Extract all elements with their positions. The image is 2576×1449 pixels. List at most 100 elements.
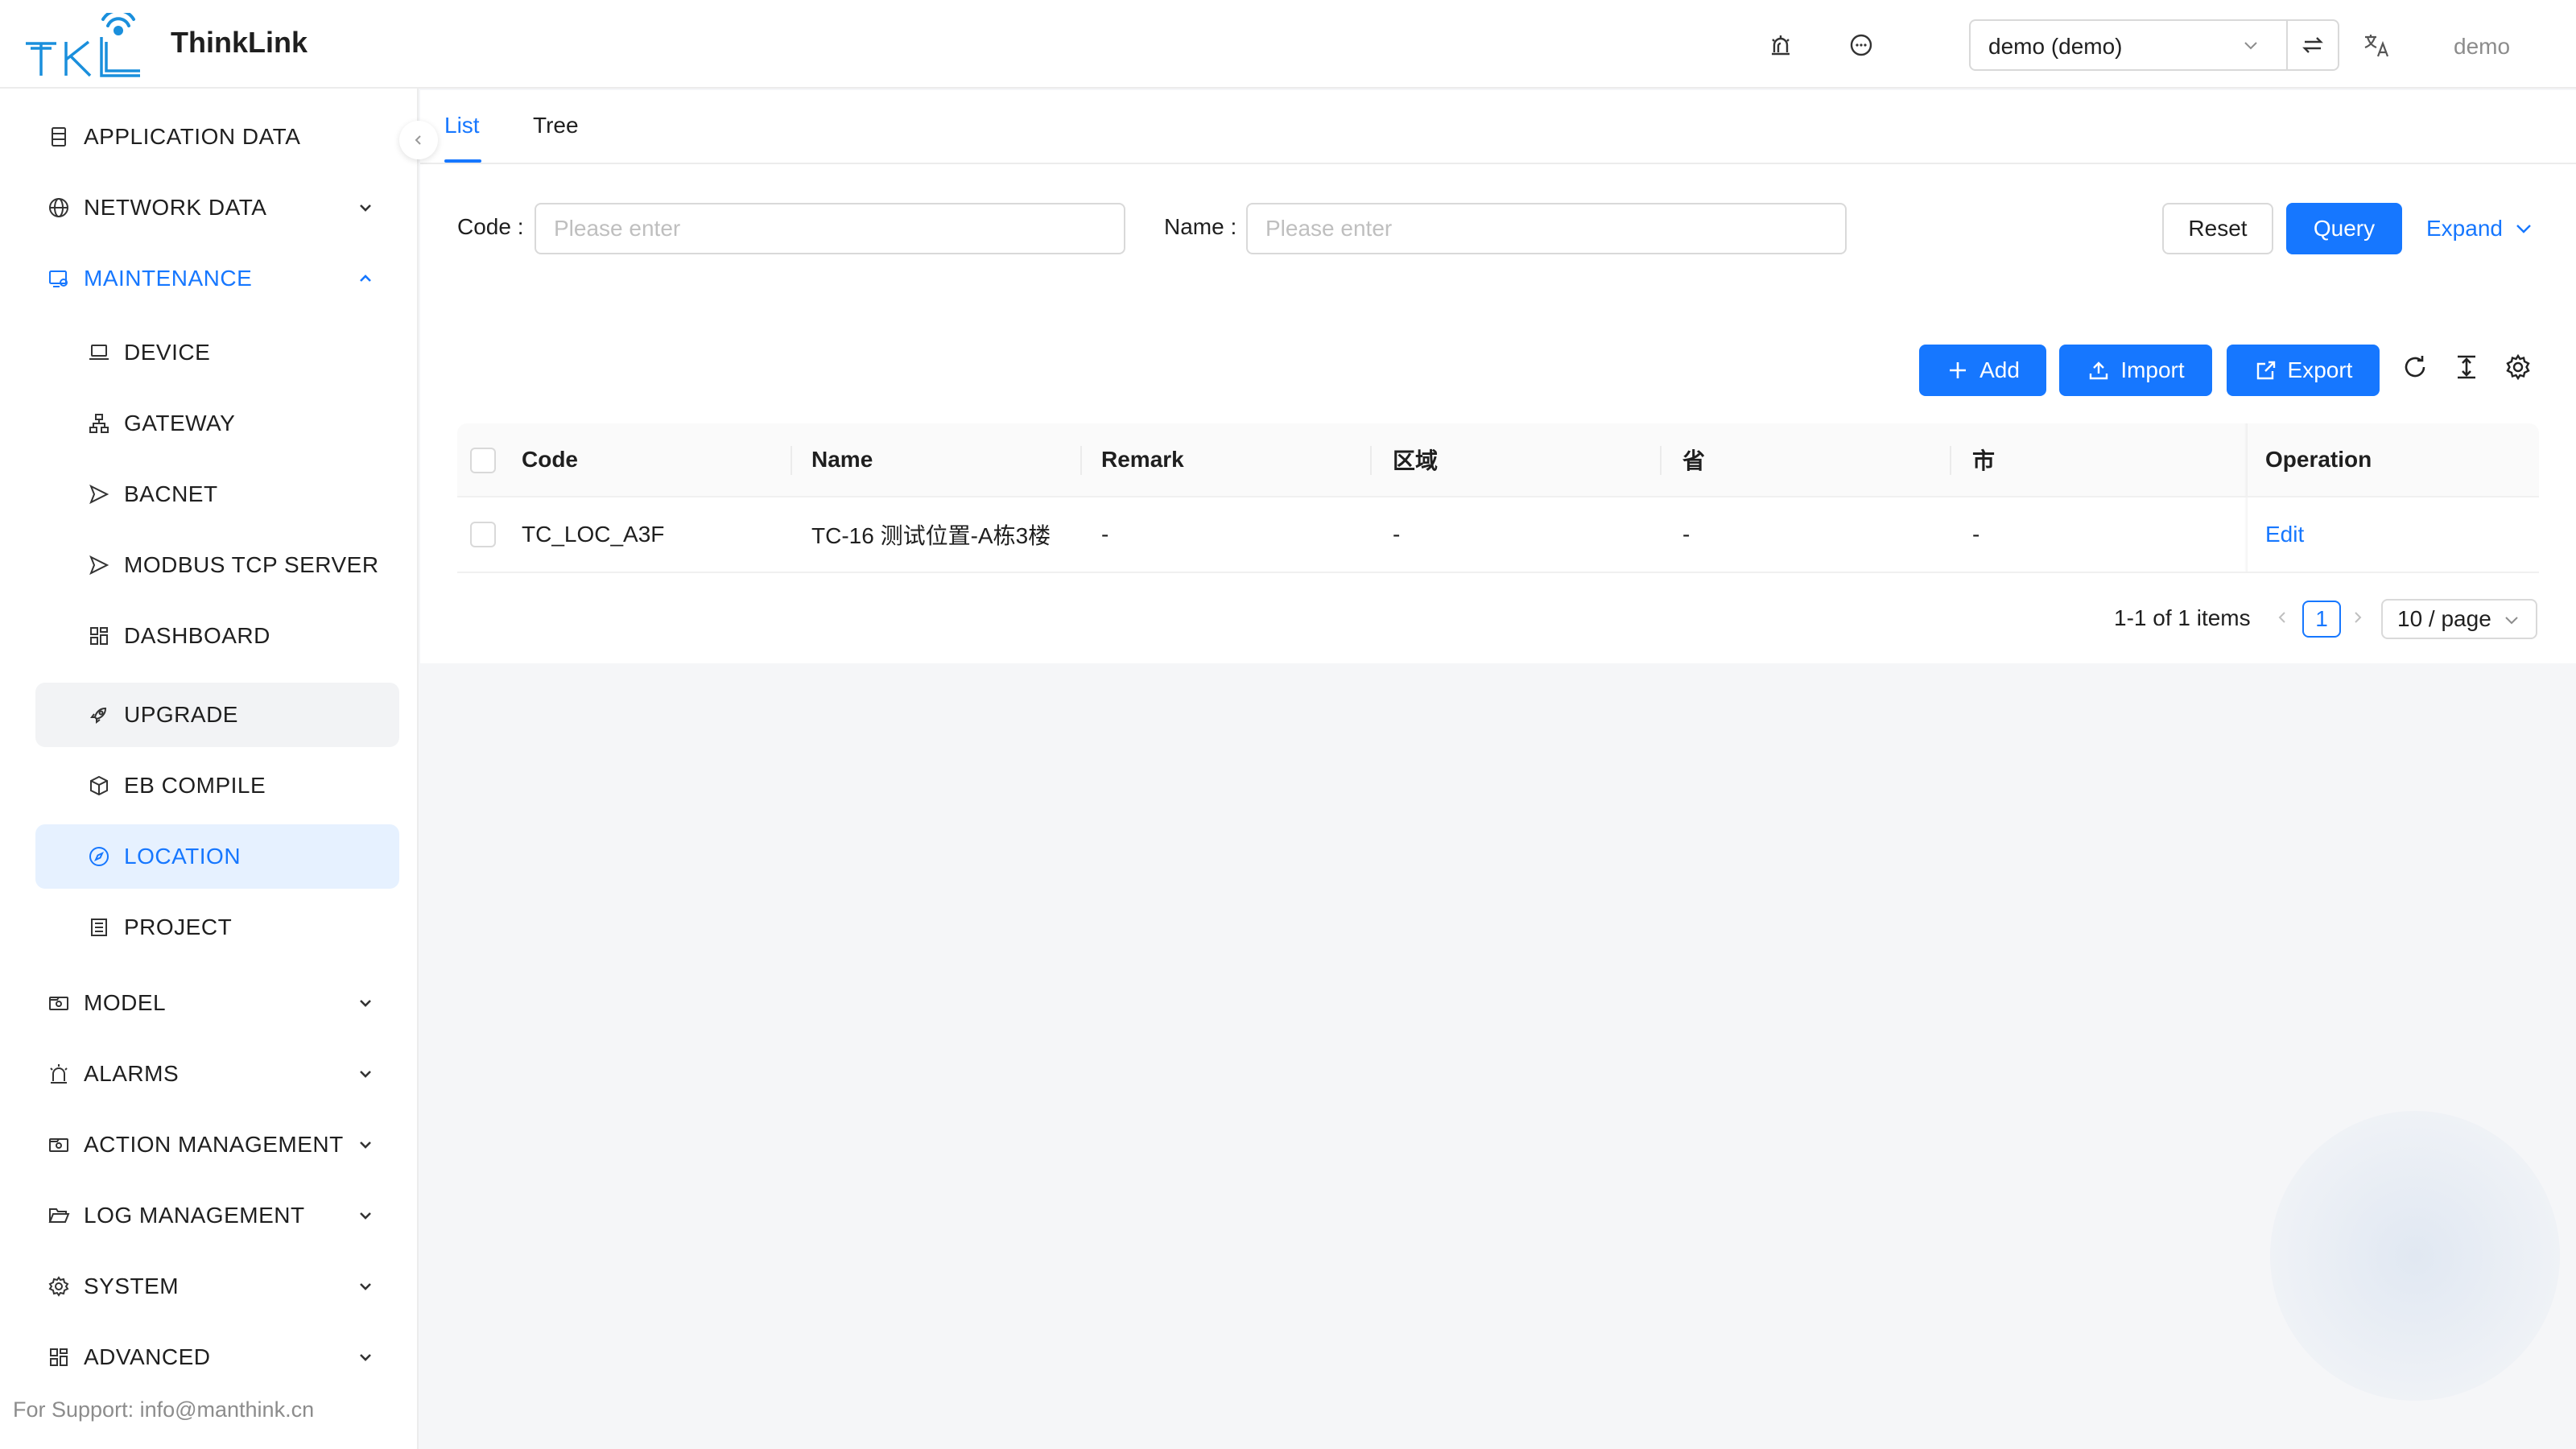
- expand-label: Expand: [2426, 216, 2503, 241]
- database-icon: [45, 123, 72, 151]
- sidebar-item-log-management[interactable]: LOG MANAGEMENT: [35, 1183, 399, 1248]
- sidebar-item-label: DEVICE: [124, 340, 211, 365]
- pagination-page-1[interactable]: 1: [2302, 601, 2341, 638]
- chevron-down-icon: [360, 1354, 371, 1361]
- main-content: List Tree Code : Name : Reset Query Expa…: [420, 90, 2576, 663]
- fixed-column-shadow: [2244, 497, 2248, 572]
- tenant-select[interactable]: demo (demo): [1969, 19, 2339, 71]
- name-filter-label: Name :: [1164, 214, 1237, 239]
- sidebar-item-dashboard[interactable]: DASHBOARD: [35, 604, 399, 668]
- sidebar-item-alarms[interactable]: ALARMS: [35, 1042, 399, 1106]
- sidebar-item-label: ALARMS: [84, 1061, 180, 1086]
- sidebar-item-label: EB COMPILE: [124, 773, 266, 798]
- tab-active-indicator: [444, 159, 481, 163]
- column-divider: [1370, 446, 1372, 475]
- support-contact: For Support: info@manthink.cn: [13, 1397, 315, 1422]
- sidebar-item-action-management[interactable]: ACTION MANAGEMENT: [35, 1113, 399, 1177]
- column-header-city[interactable]: 市: [1972, 423, 1995, 496]
- name-filter-input[interactable]: [1246, 203, 1847, 254]
- model-icon: [45, 989, 72, 1017]
- sidebar-item-label: MAINTENANCE: [84, 266, 253, 291]
- column-header-operation: Operation: [2265, 447, 2372, 472]
- appstore-icon: [45, 1344, 72, 1371]
- send-icon: [85, 481, 113, 508]
- column-header-area[interactable]: 区域: [1393, 423, 1438, 496]
- plus-icon: [1946, 358, 1970, 382]
- column-divider: [1660, 446, 1662, 475]
- edit-link[interactable]: Edit: [2265, 497, 2304, 572]
- list-icon: [85, 914, 113, 941]
- sidebar-item-gateway[interactable]: GATEWAY: [35, 391, 399, 456]
- chevron-down-icon: [360, 1141, 371, 1149]
- tkl-logo[interactable]: [24, 13, 147, 79]
- sidebar-item-bacnet[interactable]: BACNET: [35, 462, 399, 526]
- reset-button[interactable]: Reset: [2162, 203, 2273, 254]
- sidebar-item-label: SYSTEM: [84, 1274, 180, 1298]
- table-header: Code Name Remark 区域 省 市 Operation: [457, 423, 2539, 497]
- tab-list[interactable]: List: [444, 113, 480, 138]
- rocket-icon: [85, 701, 113, 729]
- sidebar-item-label: NETWORK DATA: [84, 195, 267, 220]
- column-header-remark[interactable]: Remark: [1101, 423, 1184, 496]
- sidebar-item-system[interactable]: SYSTEM: [35, 1254, 399, 1319]
- reload-icon[interactable]: [2399, 351, 2431, 383]
- sidebar-item-modbus-tcp-server[interactable]: MODBUS TCP SERVER: [35, 533, 399, 597]
- export-button-label: Export: [2287, 357, 2353, 382]
- import-button-label: Import: [2120, 357, 2185, 382]
- sidebar-item-device[interactable]: DEVICE: [35, 320, 399, 385]
- expand-filters-button[interactable]: Expand: [2426, 216, 2535, 242]
- sidebar-item-advanced[interactable]: ADVANCED: [35, 1325, 399, 1389]
- sidebar-item-application-data[interactable]: APPLICATION DATA: [35, 105, 399, 169]
- chevron-up-icon: [360, 275, 371, 282]
- column-header-name[interactable]: Name: [811, 423, 873, 496]
- dashboard-icon: [85, 622, 113, 650]
- code-filter-input[interactable]: [535, 203, 1125, 254]
- brand-name: ThinkLink: [171, 26, 308, 59]
- pagination-next-button[interactable]: [2346, 605, 2370, 630]
- translate-icon[interactable]: [2360, 29, 2392, 61]
- column-header-code[interactable]: Code: [522, 423, 578, 496]
- add-button[interactable]: Add: [1919, 345, 2046, 396]
- user-name[interactable]: demo: [2454, 34, 2510, 60]
- alarm-icon[interactable]: [1765, 29, 1797, 61]
- column-height-icon[interactable]: [2450, 351, 2483, 383]
- cell-code: TC_LOC_A3F: [522, 522, 665, 547]
- cell-province: -: [1682, 522, 1690, 547]
- tab-tree[interactable]: Tree: [533, 113, 579, 138]
- sidebar-item-project[interactable]: PROJECT: [35, 895, 399, 960]
- sidebar-item-label: MODBUS TCP SERVER: [124, 552, 379, 577]
- sidebar-item-maintenance[interactable]: MAINTENANCE: [35, 246, 399, 311]
- chevron-down-icon: [360, 204, 371, 212]
- switch-tenant-button[interactable]: [2286, 21, 2338, 69]
- chevron-down-icon: [2505, 617, 2518, 625]
- page-size-value: 10 / page: [2397, 606, 2491, 631]
- background-decoration: [2270, 1111, 2560, 1401]
- message-icon[interactable]: [1845, 29, 1877, 61]
- sidebar-item-model[interactable]: MODEL: [35, 971, 399, 1035]
- sidebar-item-location[interactable]: LOCATION: [35, 824, 399, 889]
- sidebar-item-eb-compile[interactable]: EB COMPILE: [35, 753, 399, 818]
- sidebar-item-label: LOG MANAGEMENT: [84, 1203, 305, 1228]
- chevron-left-icon: [2278, 612, 2285, 623]
- chevron-down-icon: [2244, 42, 2257, 50]
- sidebar-collapse-button[interactable]: [399, 121, 438, 159]
- import-button[interactable]: Import: [2059, 345, 2212, 396]
- setting-icon[interactable]: [2502, 351, 2534, 383]
- table-row[interactable]: TC_LOC_A3F TC-16 测试位置-A栋3楼 - - - - Edit: [457, 497, 2539, 573]
- sidebar: APPLICATION DATA NETWORK DATA MAINTENANC…: [0, 89, 419, 1449]
- query-button[interactable]: Query: [2286, 203, 2402, 254]
- chevron-down-icon: [360, 1000, 371, 1007]
- page-size-select[interactable]: 10 / page: [2381, 599, 2537, 639]
- compass-icon: [85, 843, 113, 870]
- sidebar-item-upgrade[interactable]: UPGRADE: [35, 683, 399, 747]
- sidebar-item-network-data[interactable]: NETWORK DATA: [35, 175, 399, 240]
- export-button[interactable]: Export: [2227, 345, 2380, 396]
- chevron-left-icon: [415, 135, 421, 145]
- chevron-down-icon: [2516, 225, 2531, 233]
- row-checkbox[interactable]: [470, 522, 496, 547]
- sidebar-item-label: BACNET: [124, 481, 218, 506]
- sidebar-item-label: DASHBOARD: [124, 623, 270, 648]
- column-header-province[interactable]: 省: [1682, 423, 1705, 496]
- pagination-prev-button[interactable]: [2270, 605, 2294, 630]
- select-all-checkbox[interactable]: [470, 448, 496, 473]
